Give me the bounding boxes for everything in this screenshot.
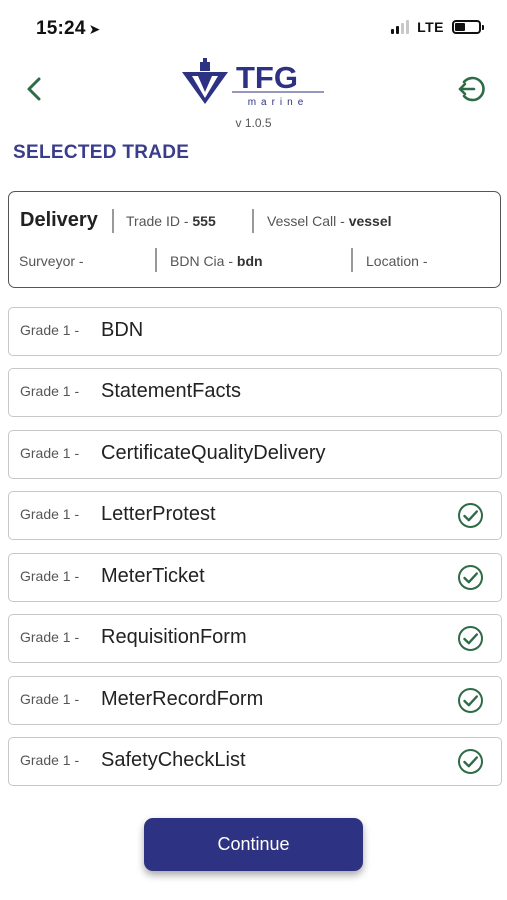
- document-row-meterrecordform[interactable]: Grade 1 - MeterRecordForm: [8, 676, 502, 725]
- document-name: BDN: [101, 319, 144, 341]
- document-row-bdn[interactable]: Grade 1 - BDN: [8, 307, 502, 356]
- check-circle-icon: [458, 565, 483, 590]
- document-row-letterprotest[interactable]: Grade 1 - LetterProtest: [8, 491, 502, 540]
- document-name: SafetyCheckList: [101, 749, 246, 771]
- time-text: 15:24: [36, 18, 86, 39]
- logout-icon: [458, 76, 485, 102]
- location: Location -: [366, 253, 428, 269]
- status-time: 15:24 ➤: [36, 18, 101, 40]
- svg-text:marine: marine: [248, 97, 309, 108]
- section-title: SELECTED TRADE: [13, 142, 190, 163]
- continue-button[interactable]: Continue: [144, 818, 363, 871]
- tfg-marine-logo: TFG marine: [182, 58, 324, 108]
- document-name: LetterProtest: [101, 503, 216, 525]
- grade-label: Grade 1 -: [20, 629, 80, 645]
- grade-label: Grade 1 -: [20, 752, 80, 768]
- svg-text:TFG: TFG: [236, 60, 298, 95]
- status-bar: 15:24 ➤ LTE: [0, 0, 507, 56]
- ship-wheel-emblem: [182, 58, 228, 104]
- trade-type: Delivery: [20, 209, 98, 231]
- grade-label: Grade 1 -: [20, 568, 80, 584]
- divider: [112, 209, 114, 233]
- network-type: LTE: [417, 19, 444, 35]
- document-name: MeterRecordForm: [101, 688, 264, 710]
- surveyor: Surveyor -: [19, 253, 84, 269]
- logout-button[interactable]: [455, 73, 487, 105]
- divider: [252, 209, 254, 233]
- grade-label: Grade 1 -: [20, 445, 80, 461]
- document-name: MeterTicket: [101, 565, 205, 587]
- location-arrow-icon: ➤: [88, 21, 101, 37]
- grade-label: Grade 1 -: [20, 691, 80, 707]
- document-name: CertificateQualityDelivery: [101, 442, 326, 464]
- divider: [351, 248, 353, 272]
- divider: [155, 248, 157, 272]
- grade-label: Grade 1 -: [20, 322, 80, 338]
- document-row-requisitionform[interactable]: Grade 1 - RequisitionForm: [8, 614, 502, 663]
- battery-icon: [452, 20, 484, 34]
- vessel-call: Vessel Call - vessel: [267, 213, 392, 229]
- document-row-certificatequalitydelivery[interactable]: Grade 1 - CertificateQualityDelivery: [8, 430, 502, 479]
- status-right: LTE: [391, 19, 484, 35]
- document-row-safetychecklist[interactable]: Grade 1 - SafetyCheckList: [8, 737, 502, 786]
- bdn-cia: BDN Cia - bdn: [170, 253, 263, 269]
- check-circle-icon: [458, 626, 483, 651]
- document-row-statementfacts[interactable]: Grade 1 - StatementFacts: [8, 368, 502, 417]
- grade-label: Grade 1 -: [20, 506, 80, 522]
- check-circle-icon: [458, 749, 483, 774]
- grade-label: Grade 1 -: [20, 383, 80, 399]
- document-name: StatementFacts: [101, 380, 242, 402]
- document-row-meterticket[interactable]: Grade 1 - MeterTicket: [8, 553, 502, 602]
- signal-strength-icon: [391, 20, 410, 34]
- check-circle-icon: [458, 688, 483, 713]
- chevron-left-icon: [27, 77, 41, 101]
- app-version: v 1.0.5: [235, 116, 272, 130]
- app-header: TFG marine v 1.0.5: [0, 56, 507, 136]
- trade-id: Trade ID - 555: [126, 213, 216, 229]
- trade-summary-card: Delivery Trade ID - 555 Vessel Call - ve…: [8, 191, 501, 288]
- check-circle-icon: [458, 503, 483, 528]
- document-name: RequisitionForm: [101, 626, 247, 648]
- back-button[interactable]: [20, 74, 50, 104]
